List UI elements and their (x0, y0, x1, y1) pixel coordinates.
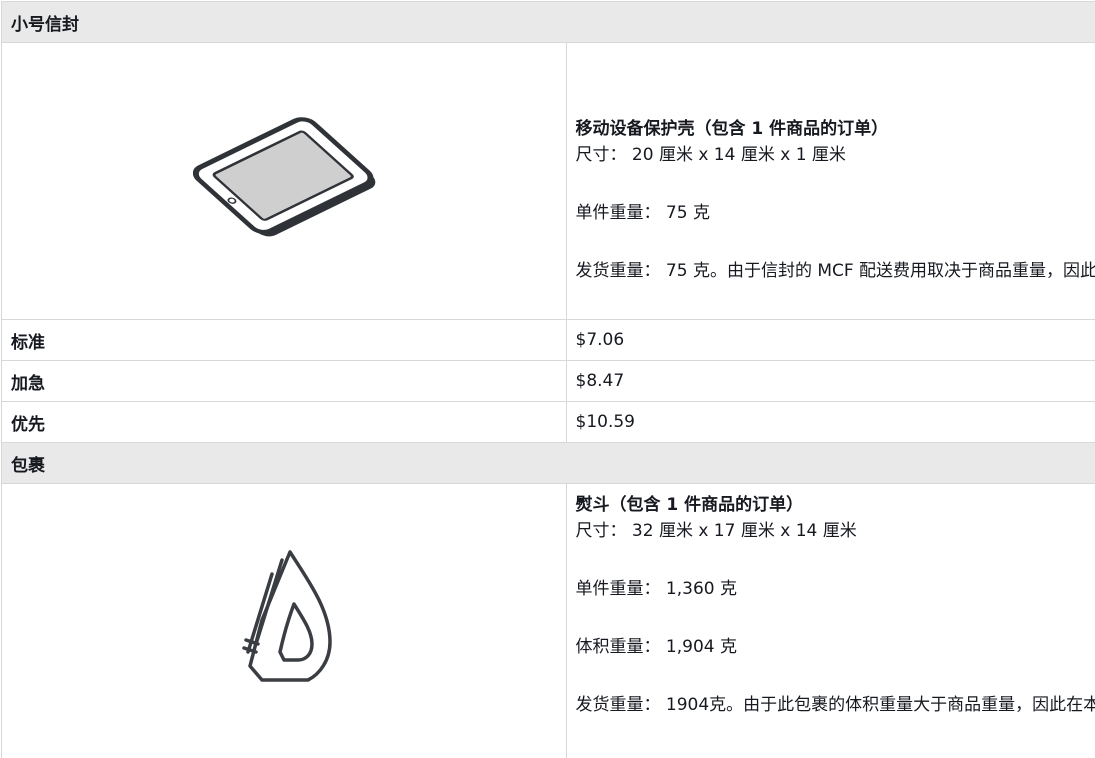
fee-example-page: 小号信封 移动设备保护壳（包含 1 件商品的订单） 尺寸： 20 厘米 x 14… (0, 0, 1095, 758)
iron-icon (242, 549, 332, 682)
product-details-cell: 移动设备保护壳（包含 1 件商品的订单） 尺寸： 20 厘米 x 14 厘米 x… (565, 42, 1095, 320)
product-image-cell (1, 483, 567, 758)
product-name: 熨斗（包含 1 件商品的订单） (575, 495, 804, 515)
rate-row-priority: 优先 $10.59 (1, 401, 1095, 443)
fee-example-table: 小号信封 移动设备保护壳（包含 1 件商品的订单） 尺寸： 20 厘米 x 14… (1, 1, 1095, 758)
section-header-package: 包裹 (1, 442, 1095, 484)
section-header-envelope: 小号信封 (1, 1, 1095, 43)
rate-row-expedited: 加急 $8.47 (1, 360, 1095, 402)
product-dimensions: 尺寸： 20 厘米 x 14 厘米 x 1 厘米 (575, 145, 846, 165)
product-shipping-weight: 发货重量： 75 克。由于信封的 MCF 配送费用取决于商品重量，因此在本示例中… (575, 261, 1095, 281)
product-row-envelope: 移动设备保护壳（包含 1 件商品的订单） 尺寸： 20 厘米 x 14 厘米 x… (1, 42, 1095, 320)
rate-price: $8.47 (565, 360, 1095, 402)
section-title: 小号信封 (1, 1, 1095, 43)
section-title: 包裹 (1, 442, 1095, 484)
product-unit-weight: 单件重量： 1,360 克 (575, 579, 737, 599)
rate-label: 加急 (1, 360, 567, 402)
product-volume-weight: 体积重量： 1,904 克 (575, 637, 737, 657)
product-row-package: 熨斗（包含 1 件商品的订单） 尺寸： 32 厘米 x 17 厘米 x 14 厘… (1, 483, 1095, 758)
rate-label: 优先 (1, 401, 567, 443)
product-dimensions: 尺寸： 32 厘米 x 17 厘米 x 14 厘米 (575, 521, 857, 541)
product-image-cell (1, 42, 567, 320)
rate-price: $7.06 (565, 319, 1095, 361)
product-unit-weight: 单件重量： 75 克 (575, 203, 710, 223)
rate-row-standard: 标准 $7.06 (1, 319, 1095, 361)
rate-price: $10.59 (565, 401, 1095, 443)
rate-label: 标准 (1, 319, 567, 361)
product-shipping-weight: 发货重量： 1904克。由于此包裹的体积重量大于商品重量，因此在本示例中将使用体… (575, 695, 1095, 715)
tablet-icon (193, 116, 376, 236)
product-name: 移动设备保护壳（包含 1 件商品的订单） (575, 119, 889, 139)
product-details-cell: 熨斗（包含 1 件商品的订单） 尺寸： 32 厘米 x 17 厘米 x 14 厘… (565, 483, 1095, 758)
